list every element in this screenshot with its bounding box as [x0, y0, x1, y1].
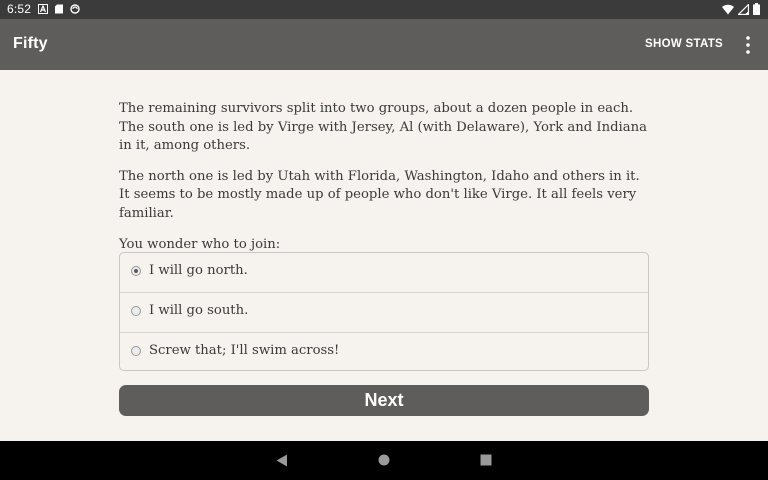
- show-stats-button[interactable]: SHOW STATS: [645, 38, 723, 50]
- wifi-icon: [722, 4, 734, 14]
- next-button[interactable]: Next: [119, 385, 649, 416]
- radio-button-selected[interactable]: [131, 266, 141, 276]
- story-content: The remaining survivors split into two g…: [119, 100, 650, 266]
- status-right-icons: [722, 3, 760, 15]
- app-bar: Fifty SHOW STATS: [0, 19, 768, 70]
- choice-option-swim[interactable]: Screw that; I'll swim across!: [120, 333, 648, 372]
- home-icon[interactable]: [378, 454, 390, 466]
- status-bar: 6:52: [0, 0, 768, 19]
- battery-icon: [753, 3, 760, 15]
- story-paragraph: The north one is led by Utah with Florid…: [119, 168, 640, 221]
- story-paragraph: The remaining survivors split into two g…: [119, 101, 647, 154]
- choice-list: I will go north. I will go south. Screw …: [119, 252, 649, 371]
- choice-option-south[interactable]: I will go south.: [120, 293, 648, 333]
- status-left-icons: [38, 4, 80, 14]
- radio-button[interactable]: [131, 306, 141, 316]
- more-vert-icon[interactable]: [744, 35, 752, 55]
- sync-icon: [70, 4, 80, 14]
- a-icon: [38, 4, 48, 14]
- choice-option-north[interactable]: I will go north.: [120, 253, 648, 293]
- back-icon[interactable]: [276, 454, 288, 467]
- recents-icon[interactable]: [480, 454, 492, 466]
- signal-icon: [738, 3, 749, 15]
- status-time: 6:52: [7, 2, 32, 16]
- radio-button[interactable]: [131, 346, 141, 356]
- nav-bar: [0, 441, 768, 480]
- choice-label: Screw that; I'll swim across!: [149, 343, 340, 358]
- sd-card-icon: [55, 4, 63, 14]
- choice-label: I will go north.: [149, 263, 248, 278]
- choice-label: I will go south.: [149, 303, 249, 318]
- app-title: Fifty: [13, 35, 48, 52]
